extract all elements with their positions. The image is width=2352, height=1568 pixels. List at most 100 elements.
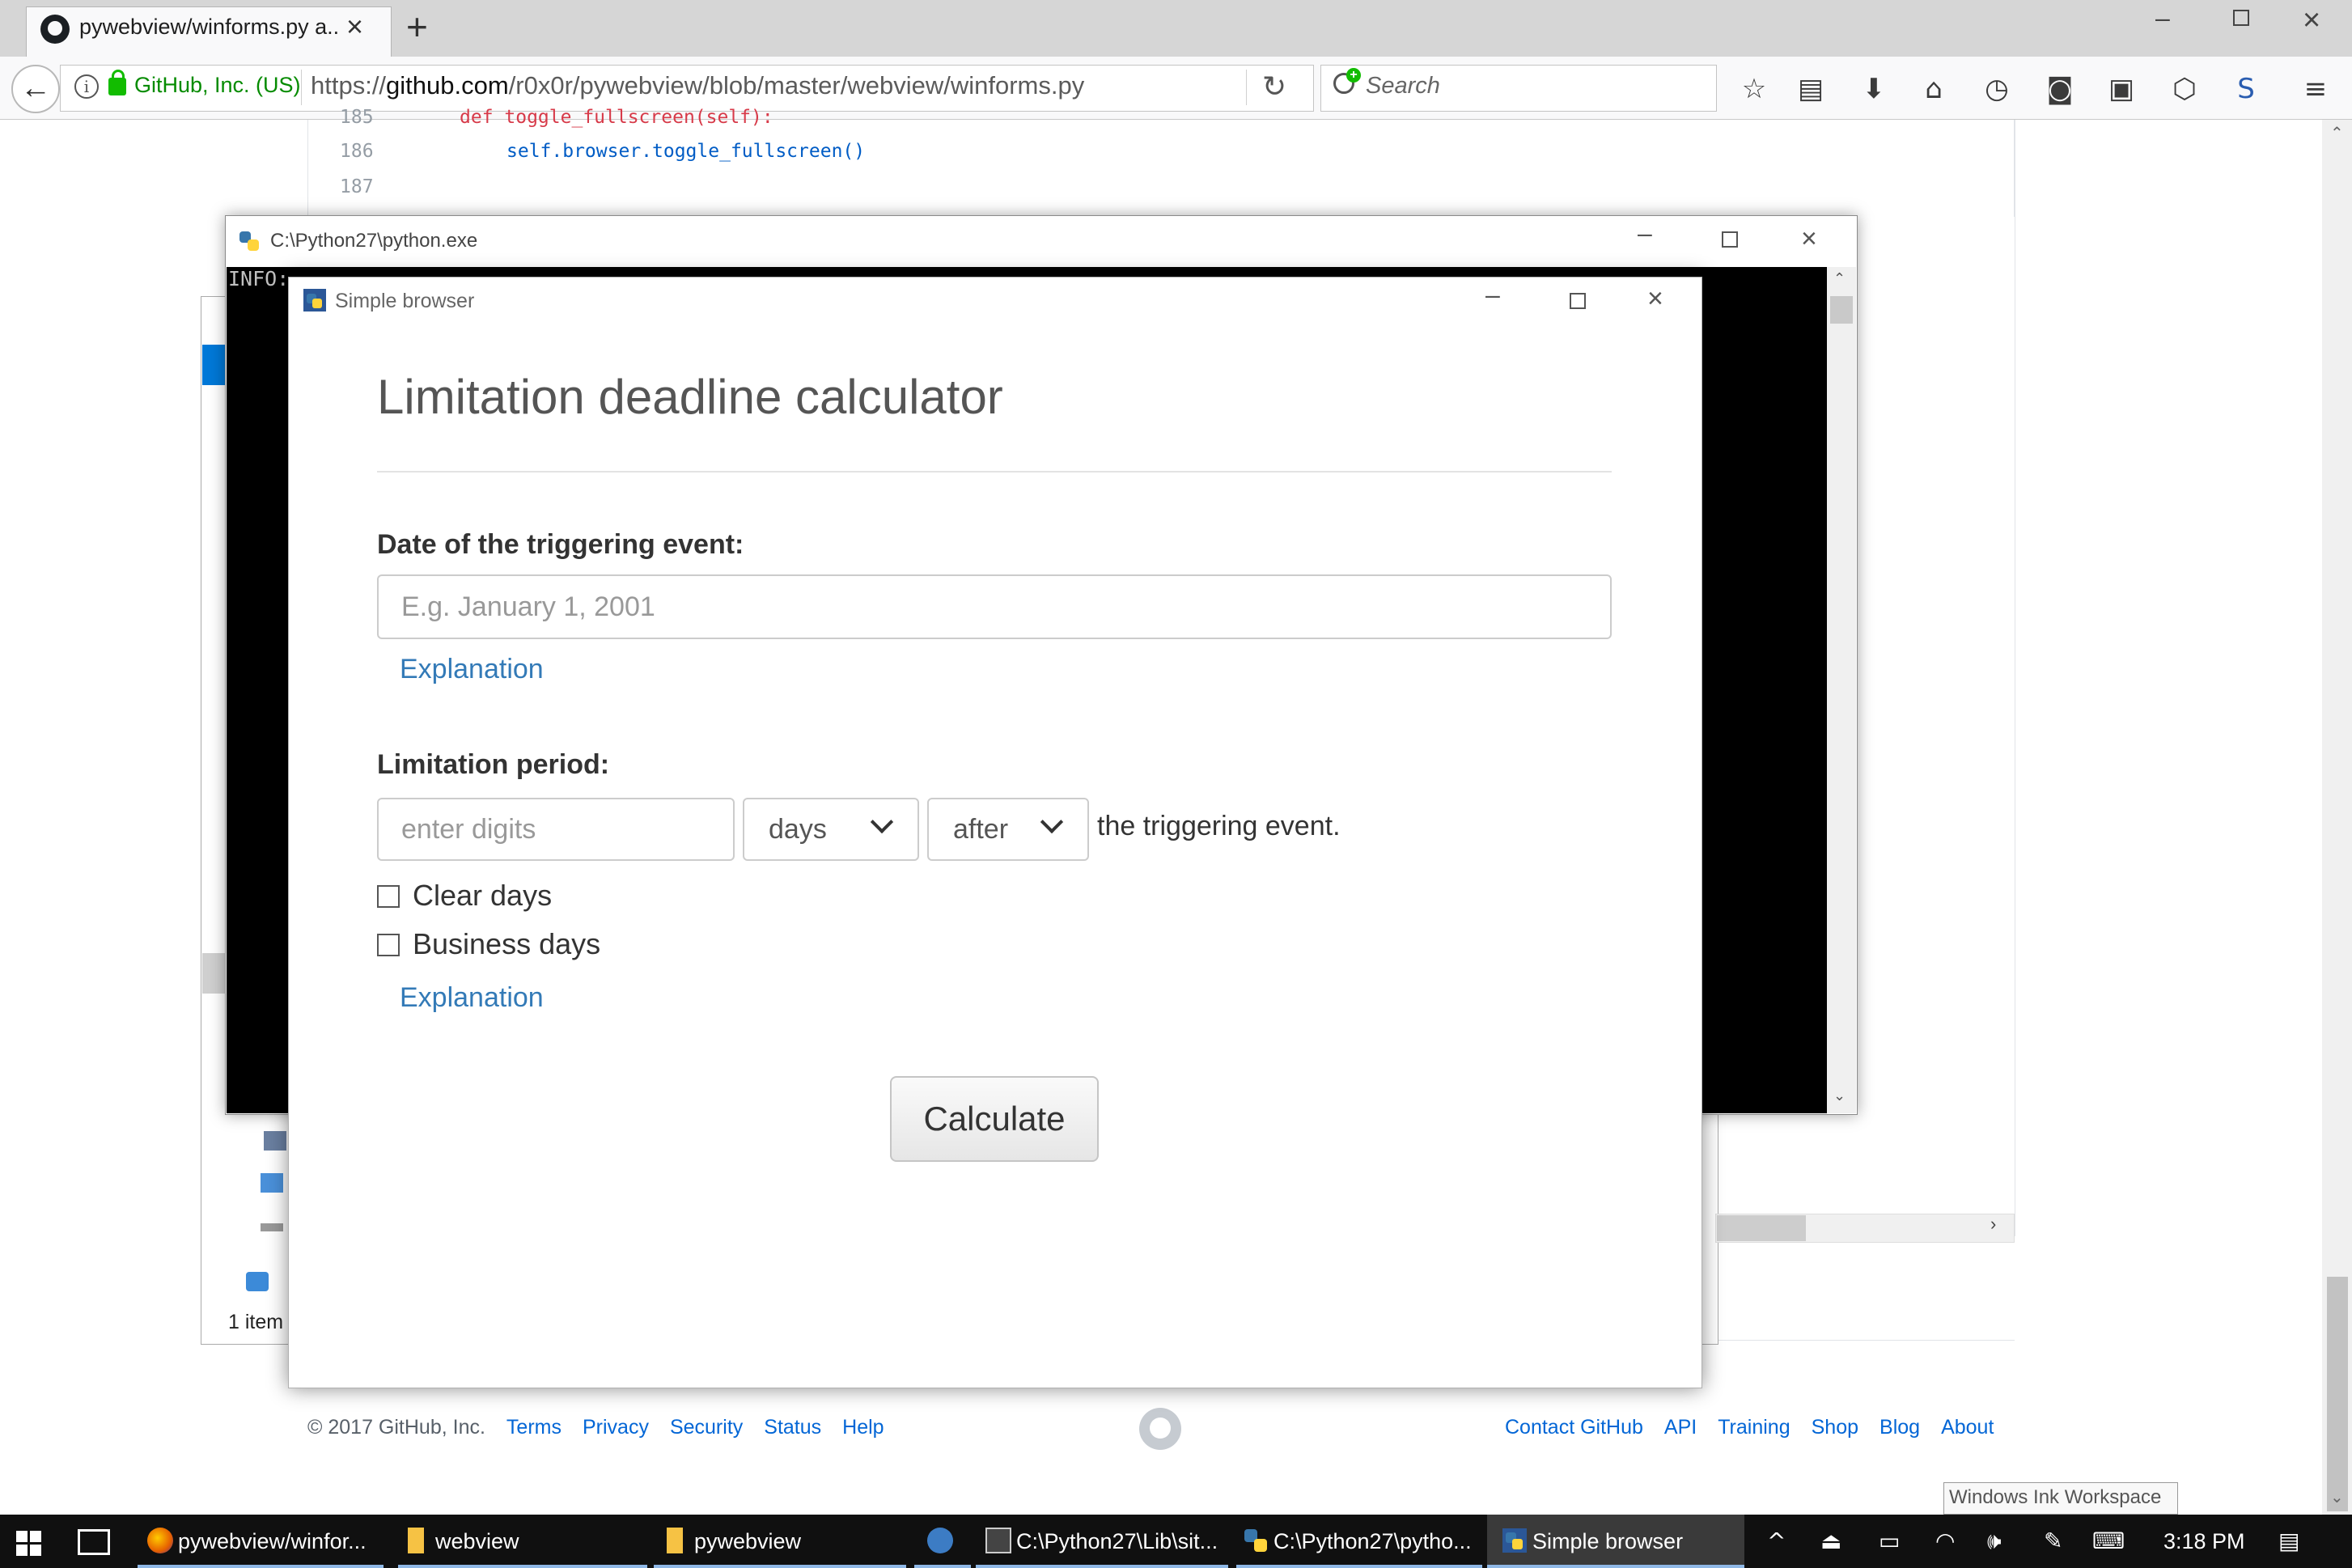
pocket-icon[interactable]: ◙ — [2044, 73, 2076, 105]
clear-days-label[interactable]: Clear days — [413, 879, 552, 913]
footer-link-terms[interactable]: Terms — [506, 1416, 562, 1439]
period-explanation-link[interactable]: Explanation — [400, 982, 544, 1014]
windows-start-icon[interactable] — [16, 1531, 42, 1557]
scroll-right-icon[interactable]: › — [1990, 1214, 1996, 1235]
network-icon[interactable] — [246, 1272, 269, 1291]
taskbar-clock[interactable]: 3:18 PM — [2163, 1529, 2245, 1554]
period-digits-input[interactable] — [377, 798, 735, 861]
console-scrollbar[interactable] — [1827, 267, 1856, 1113]
back-button[interactable]: ← — [11, 65, 60, 113]
extension-hex-icon[interactable]: ⬡ — [2168, 73, 2201, 105]
taskbar-label: pywebview/winfor... — [178, 1529, 367, 1553]
console-scrollbar-thumb[interactable] — [1830, 296, 1853, 324]
clear-days-checkbox[interactable] — [377, 885, 400, 908]
download-icon[interactable]: ⬇ — [1858, 73, 1890, 105]
line-number[interactable]: 187 — [340, 176, 374, 197]
task-view-icon[interactable] — [78, 1529, 110, 1555]
line-number[interactable]: 186 — [340, 141, 374, 162]
taskbar-label: webview — [435, 1529, 519, 1553]
page-scrollbar-thumb[interactable] — [2327, 1277, 2348, 1511]
new-tab-icon[interactable]: + — [406, 5, 428, 49]
explorer-hscrollbar-thumb[interactable] — [1717, 1215, 1806, 1241]
footer-link-security[interactable]: Security — [670, 1416, 743, 1439]
footer-link-shop[interactable]: Shop — [1812, 1416, 1858, 1439]
footer-link-contact[interactable]: Contact GitHub — [1505, 1416, 1643, 1439]
taskbar-label: pywebview — [694, 1529, 802, 1553]
restore-icon[interactable] — [2233, 10, 2249, 26]
business-days-checkbox[interactable] — [377, 934, 400, 956]
footer-link-status[interactable]: Status — [764, 1416, 821, 1439]
footer-copyright: © 2017 GitHub, Inc. — [307, 1416, 485, 1439]
volume-icon[interactable]: 🕪 — [1987, 1528, 2002, 1555]
info-icon[interactable]: i — [74, 74, 99, 99]
period-direction-value: after — [953, 814, 1009, 845]
simple-browser-minimize-icon[interactable]: – — [1485, 280, 1500, 310]
battery-icon[interactable]: ▭ — [1879, 1528, 1900, 1554]
url-host: github.com — [386, 71, 509, 100]
simple-browser-close-icon[interactable]: × — [1647, 283, 1663, 315]
action-icon[interactable]: ⏏ — [1820, 1528, 1841, 1554]
search-placeholder[interactable]: Search — [1366, 73, 1440, 100]
scroll-down-icon[interactable]: ⌄ — [2330, 1487, 2344, 1507]
tab-title: pywebview/winforms.py a... — [79, 15, 338, 39]
tab-close-icon[interactable]: × — [346, 10, 363, 44]
github-mark-icon[interactable] — [1139, 1408, 1181, 1450]
notifications-icon[interactable]: ▤ — [2278, 1528, 2299, 1554]
console-minimize-icon[interactable]: – — [1638, 218, 1652, 248]
footer-link-api[interactable]: API — [1664, 1416, 1697, 1439]
period-unit-select[interactable]: days — [743, 798, 919, 861]
period-direction-select[interactable]: after — [927, 798, 1089, 861]
footer-link-help[interactable]: Help — [842, 1416, 884, 1439]
footer-left: © 2017 GitHub, Inc. Terms Privacy Security S… — [307, 1416, 884, 1439]
drive-icon[interactable] — [264, 1131, 286, 1151]
python-window-icon — [1502, 1528, 1527, 1553]
line-number[interactable]: 185 — [340, 107, 374, 128]
extension-icon[interactable]: ▣ — [2105, 73, 2138, 105]
calculate-button[interactable]: Calculate — [890, 1076, 1099, 1162]
reading-list-icon[interactable]: ▤ — [1795, 73, 1827, 105]
disk-icon[interactable] — [261, 1223, 283, 1231]
code-line: self.browser.toggle_fullscreen() — [506, 141, 865, 162]
code-view — [307, 120, 2015, 217]
star-icon[interactable]: ☆ — [1738, 73, 1770, 105]
extension-s-icon[interactable]: S — [2230, 73, 2262, 105]
url-divider — [301, 70, 302, 105]
menu-icon[interactable]: ≡ — [2299, 73, 2332, 105]
console-maximize-icon[interactable] — [1722, 231, 1738, 248]
simple-browser-maximize-icon[interactable] — [1570, 293, 1586, 309]
minimize-icon[interactable]: – — [2155, 3, 2170, 33]
folder-icon — [408, 1528, 424, 1553]
history-icon[interactable]: ◷ — [1981, 73, 2013, 105]
console-close-icon[interactable]: × — [1801, 223, 1817, 255]
explorer-status: 1 item — [228, 1311, 284, 1333]
scroll-down-icon[interactable]: ⌄ — [1833, 1087, 1846, 1104]
url-text[interactable]: https://github.com/r0x0r/pywebview/blob/… — [311, 71, 1084, 100]
show-hidden-icons-icon[interactable]: ^ — [1767, 1528, 1786, 1554]
date-input[interactable] — [377, 574, 1612, 639]
lock-icon[interactable] — [108, 70, 126, 95]
page-title: Limitation deadline calculator — [377, 370, 1003, 424]
code-text: self.browser.toggle_fullscreen() — [506, 141, 866, 162]
footer-link-about[interactable]: About — [1941, 1416, 1994, 1439]
date-explanation-link[interactable]: Explanation — [400, 654, 544, 685]
wifi-icon[interactable]: ◠ — [1935, 1528, 1955, 1554]
network-drive-icon[interactable] — [261, 1173, 283, 1193]
footer-link-training[interactable]: Training — [1718, 1416, 1790, 1439]
footer-link-privacy[interactable]: Privacy — [583, 1416, 649, 1439]
keyboard-icon[interactable]: ⌨ — [2092, 1528, 2125, 1554]
business-days-label[interactable]: Business days — [413, 927, 600, 961]
footer-link-blog[interactable]: Blog — [1879, 1416, 1920, 1439]
scroll-up-icon[interactable]: ⌃ — [1833, 270, 1846, 287]
pen-icon[interactable]: ✎ — [2044, 1528, 2062, 1554]
scroll-up-icon[interactable]: ⌃ — [2330, 123, 2344, 143]
python-icon — [239, 231, 259, 251]
console-icon — [985, 1528, 1011, 1553]
reload-icon[interactable]: ↻ — [1262, 70, 1286, 104]
period-suffix-text: the triggering event. — [1097, 811, 1341, 841]
close-icon[interactable]: × — [2303, 3, 2320, 38]
site-identity[interactable]: GitHub, Inc. (US) — [134, 73, 301, 98]
app-icon — [927, 1528, 953, 1553]
home-icon[interactable]: ⌂ — [1918, 73, 1950, 105]
ink-workspace-tooltip: Windows Ink Workspace — [1943, 1482, 2178, 1515]
heading-divider — [377, 471, 1612, 473]
